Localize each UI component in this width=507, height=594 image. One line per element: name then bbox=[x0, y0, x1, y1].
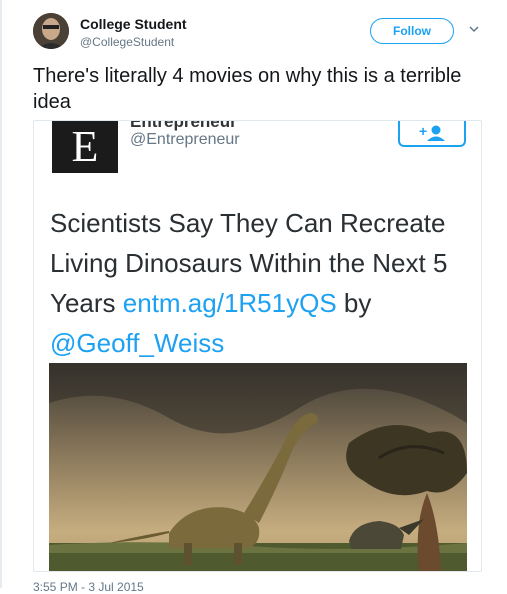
chevron-down-icon[interactable] bbox=[468, 23, 480, 35]
headline-link: entm.ag/1R51yQS bbox=[122, 288, 337, 318]
left-divider bbox=[0, 0, 2, 588]
embedded-account-handle: @Entrepreneur bbox=[130, 131, 240, 148]
embedded-headline: Scientists Say They Can Recreate Living … bbox=[50, 203, 480, 363]
tweet-text: There's literally 4 movies on why this i… bbox=[33, 65, 462, 113]
embedded-follow-button: + bbox=[398, 121, 466, 147]
dinosaur-photo bbox=[49, 363, 467, 571]
svg-text:+: + bbox=[419, 123, 427, 139]
follow-button[interactable]: Follow bbox=[370, 18, 454, 44]
tweet-timestamp[interactable]: 3:55 PM - 3 Jul 2015 bbox=[33, 580, 144, 594]
add-user-icon: + bbox=[419, 123, 445, 141]
display-name[interactable]: College Student bbox=[80, 16, 187, 32]
tweet-media[interactable]: E Entrepreneur @Entrepreneur + Scientist… bbox=[33, 120, 482, 572]
headline-mention: @Geoff_Weiss bbox=[50, 328, 225, 358]
user-handle[interactable]: @CollegeStudent bbox=[80, 35, 174, 49]
headline-by: by bbox=[343, 288, 372, 318]
entrepreneur-logo: E bbox=[52, 121, 118, 173]
avatar[interactable] bbox=[33, 13, 69, 49]
